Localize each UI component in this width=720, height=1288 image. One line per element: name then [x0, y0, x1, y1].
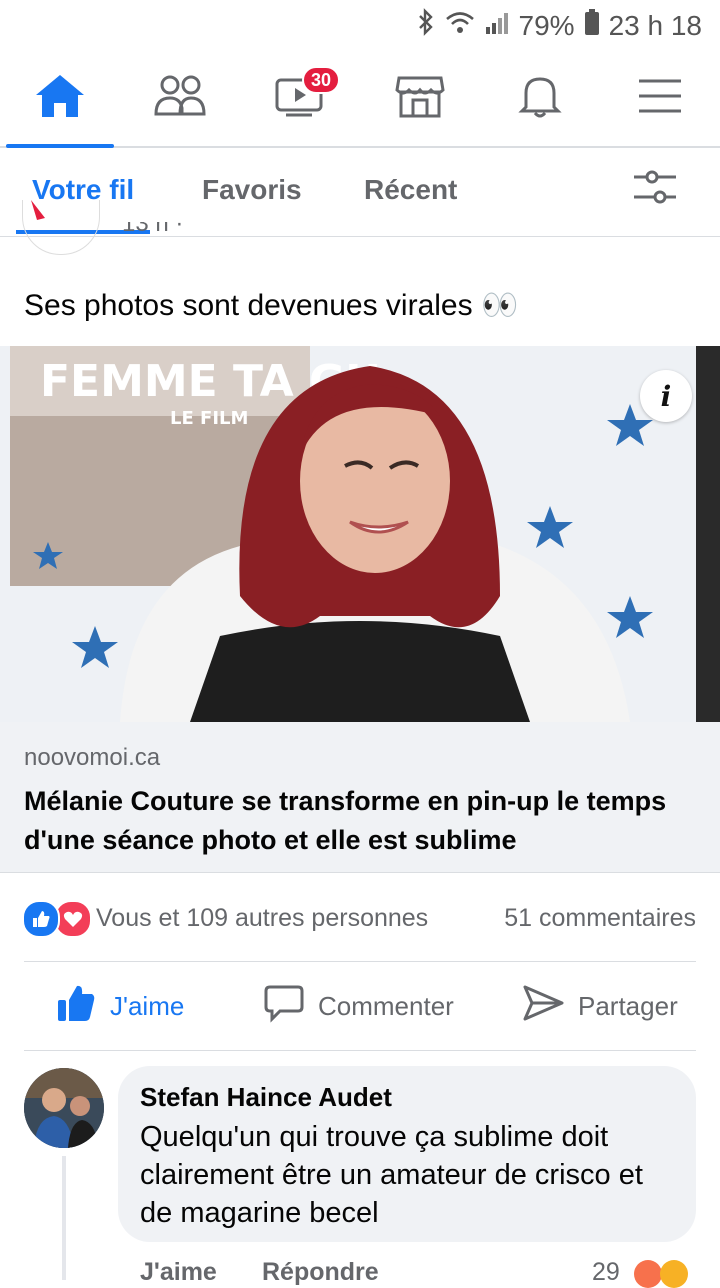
nav-friends[interactable] — [120, 50, 240, 146]
like-reaction-icon — [22, 900, 60, 938]
top-navigation: 30 — [0, 50, 720, 148]
page-avatar[interactable] — [22, 200, 100, 255]
like-label: J'aime — [110, 990, 185, 1021]
filter-sliders-icon — [632, 169, 678, 212]
commenter-avatar[interactable] — [24, 1068, 104, 1148]
share-button[interactable]: Partager — [522, 962, 678, 1050]
comment-author[interactable]: Stefan Haince Audet — [140, 1082, 392, 1113]
comment-label: Commenter — [318, 990, 454, 1021]
battery-icon — [584, 9, 599, 42]
info-icon[interactable]: i — [640, 370, 692, 422]
status-bar: 79% 23 h 18 — [0, 0, 720, 50]
signal-icon — [485, 10, 509, 42]
nav-watch[interactable]: 30 — [240, 50, 360, 146]
nav-marketplace[interactable] — [360, 50, 480, 146]
thumbs-up-icon — [56, 983, 96, 1030]
nav-home[interactable] — [0, 50, 120, 148]
post-actions: J'aime Commenter Partager — [0, 962, 720, 1050]
post-timestamp: 13 h · — [122, 222, 184, 237]
post-text: Ses photos sont devenues virales 👀 — [24, 289, 519, 322]
comment-reply-button[interactable]: Répondre — [262, 1258, 379, 1287]
bluetooth-icon — [417, 8, 435, 43]
like-button[interactable]: J'aime — [56, 962, 184, 1050]
svg-text:LE FILM: LE FILM — [170, 408, 248, 429]
comment-button[interactable]: Commenter — [264, 962, 454, 1050]
clock: 23 h 18 — [608, 9, 702, 41]
post-image[interactable]: FEMME TA GU LE FILM i — [0, 346, 720, 722]
tab-favoris[interactable]: Favoris — [202, 146, 302, 234]
bell-icon — [518, 73, 562, 124]
haha-reaction-icon — [660, 1260, 688, 1288]
comment-reaction-count: 29 — [592, 1258, 620, 1286]
home-icon — [34, 73, 86, 124]
notification-badge: 30 — [302, 66, 340, 94]
thread-line — [62, 1156, 66, 1280]
friends-icon — [153, 74, 207, 123]
reactions-text: Vous et 109 autres personnes — [96, 904, 429, 932]
comment-like-button[interactable]: J'aime — [140, 1258, 217, 1287]
wifi-icon — [445, 10, 475, 42]
tab-recent[interactable]: Récent — [364, 146, 457, 234]
comment-bubble-icon — [264, 983, 304, 1030]
link-preview[interactable]: noovomoi.ca Mélanie Couture se transform… — [0, 722, 720, 873]
link-domain: noovomoi.ca — [24, 744, 161, 771]
hamburger-icon — [637, 77, 683, 120]
comment-text: Quelqu'un qui trouve ça sublime doit cla… — [140, 1121, 643, 1229]
comment-actions: J'aime Répondre 29 — [140, 1258, 700, 1288]
link-title: Mélanie Couture se transforme en pin-up … — [24, 786, 667, 855]
comment-bubble[interactable]: Stefan Haince Audet Quelqu'un qui trouve… — [118, 1066, 696, 1242]
share-label: Partager — [578, 990, 678, 1021]
battery-level: 79% — [518, 9, 575, 41]
filter-button[interactable] — [632, 146, 678, 234]
divider — [24, 1050, 696, 1051]
feed-tabs: Votre fil Favoris Récent — [0, 146, 720, 237]
nav-notifications[interactable] — [480, 50, 600, 146]
comments-count[interactable]: 51 commentaires — [504, 904, 696, 933]
share-arrow-icon — [522, 984, 564, 1029]
marketplace-icon — [395, 74, 445, 123]
reactions-summary[interactable]: Vous et 109 autres personnes 51 commenta… — [0, 892, 720, 942]
angry-reaction-icon — [634, 1260, 662, 1288]
nav-menu[interactable] — [600, 50, 720, 146]
